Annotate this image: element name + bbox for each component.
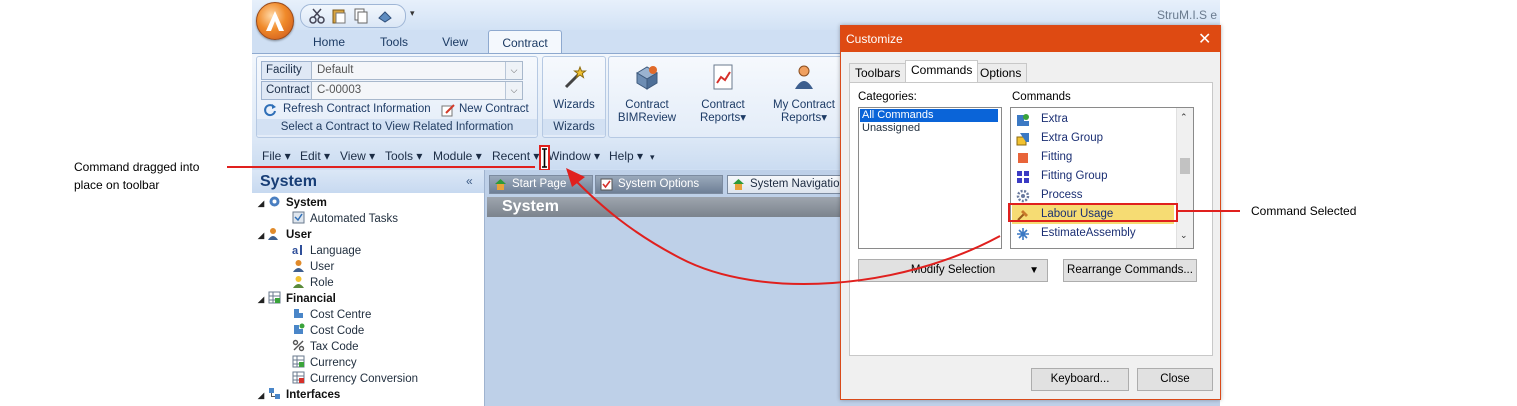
annotation-left-line2: place on toolbar	[74, 178, 160, 192]
drag-path-arrow	[574, 179, 1001, 285]
annotation-right: Command Selected	[1251, 204, 1357, 218]
annotation-overlay	[227, 166, 1240, 285]
arrowhead-icon	[566, 168, 585, 187]
annotation-left-line1: Command dragged into	[74, 160, 200, 174]
